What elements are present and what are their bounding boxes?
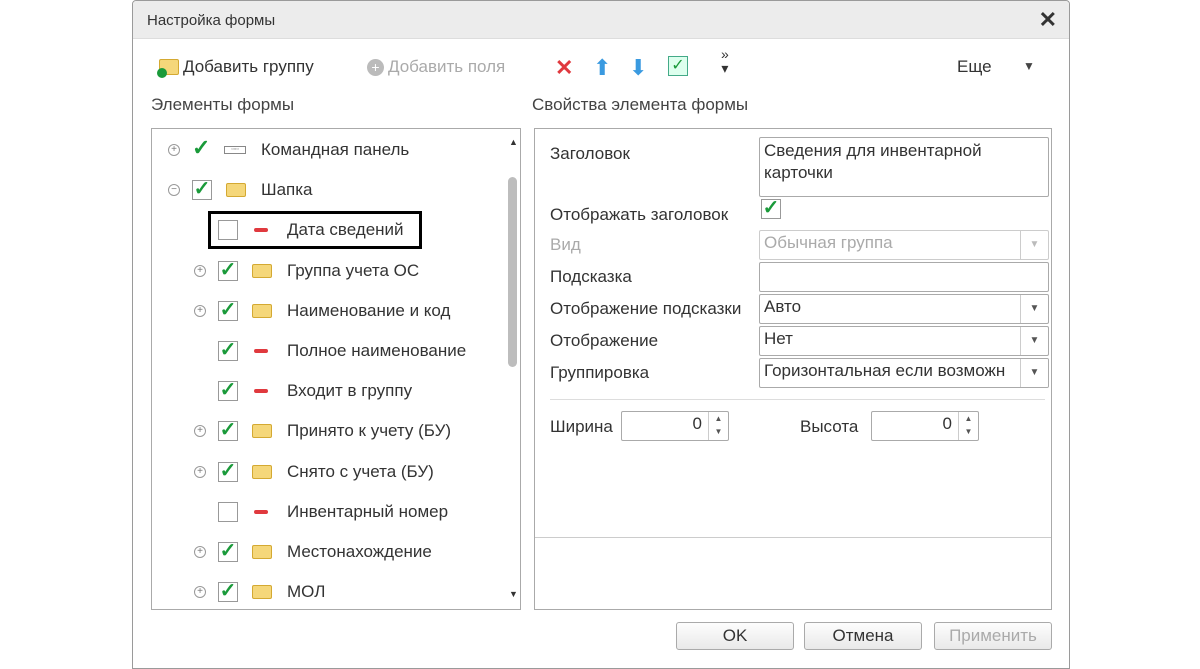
field-icon xyxy=(254,389,268,394)
tree-item-label: Шапка xyxy=(261,180,313,200)
collapse-icon[interactable]: − xyxy=(168,184,180,197)
tree-item-label: Группа учета ОС xyxy=(287,260,420,280)
expand-icon[interactable]: + xyxy=(194,586,206,599)
tree-item[interactable]: + ✓ Снято с учета (БУ) xyxy=(152,457,502,487)
folder-icon xyxy=(252,263,272,278)
tree-item[interactable]: ✓ Полное наименование xyxy=(152,336,502,366)
check-all-icon[interactable]: ✓ xyxy=(668,56,688,76)
height-stepper[interactable]: ▲ ▼ xyxy=(958,412,978,440)
apply-button[interactable]: Применить xyxy=(934,622,1052,650)
tree-item-label: МОЛ xyxy=(287,582,326,602)
selection-frame xyxy=(208,211,422,250)
chevron-down-icon[interactable]: ▼ xyxy=(1020,359,1048,387)
view-select: Обычная группа ▼ xyxy=(759,230,1049,260)
command-panel-icon: ▫▫▫ xyxy=(224,146,246,154)
visibility-checkbox[interactable]: ✓ xyxy=(218,581,238,603)
tree-item-label: Снято с учета (БУ) xyxy=(287,461,434,481)
visibility-checkbox[interactable]: ✓ xyxy=(192,179,212,201)
tree-item[interactable]: + ✓ Группа учета ОС xyxy=(152,256,502,286)
properties-panel: Заголовок Сведения для инвентарной карто… xyxy=(534,128,1052,610)
expand-icon[interactable]: + xyxy=(194,465,206,478)
folder-icon xyxy=(226,183,246,198)
tree-item-label: Принято к учету (БУ) xyxy=(287,421,452,441)
folder-icon xyxy=(252,303,272,318)
add-group-button[interactable]: Добавить группу xyxy=(157,57,314,78)
tree-item-label: Полное наименование xyxy=(287,341,467,360)
tree-item[interactable]: + ✓ Принято к учету (БУ) xyxy=(152,416,502,446)
visibility-checkbox[interactable]: ✓ xyxy=(218,340,238,361)
tree-item[interactable]: − ✓ Шапка xyxy=(152,175,502,205)
tree-item-label: Командная панель xyxy=(261,140,410,159)
check-icon[interactable]: ✓ xyxy=(192,135,210,161)
title-bar: Настройка формы ✕ xyxy=(133,1,1069,39)
field-icon xyxy=(254,349,268,353)
more-dropdown-icon[interactable]: ▼ xyxy=(1023,59,1035,73)
window-title: Настройка формы xyxy=(147,12,276,29)
folder-add-icon xyxy=(157,59,179,78)
chevron-down-icon[interactable]: ▼ xyxy=(1020,327,1048,355)
tree-item[interactable]: + ✓ МОЛ xyxy=(152,577,502,607)
expand-icon[interactable]: + xyxy=(194,304,206,317)
tree-item[interactable]: Инвентарный номер xyxy=(152,497,502,527)
hint-input[interactable] xyxy=(759,262,1049,292)
divider xyxy=(550,399,1045,400)
visibility-checkbox[interactable]: ✓ xyxy=(218,300,238,321)
visibility-checkbox[interactable] xyxy=(218,501,238,522)
tree-item[interactable]: + ✓ Наименование и код xyxy=(152,296,502,326)
tree-item-label: Входит в группу xyxy=(287,381,413,401)
overflow-icon[interactable]: » ▾ xyxy=(721,47,729,75)
form-elements-tree[interactable]: ▲ ▼ + ✓ ▫▫▫ Командная панель − ✓ Шапка Дата све… xyxy=(151,128,521,610)
tree-item-label: Инвентарный номер xyxy=(287,501,449,521)
expand-icon[interactable]: + xyxy=(194,425,206,438)
expand-icon[interactable]: + xyxy=(194,264,206,277)
move-down-icon[interactable]: ⬇ xyxy=(629,55,647,81)
height-input[interactable]: 0 ▲ ▼ xyxy=(871,411,979,441)
close-icon[interactable]: ✕ xyxy=(1039,7,1057,33)
element-properties-header: Свойства элемента формы xyxy=(532,95,749,114)
add-fields-button[interactable]: + Добавить поля xyxy=(367,57,505,77)
visibility-checkbox[interactable]: ✓ xyxy=(218,461,238,482)
tree-scrollbar[interactable]: ▲ ▼ xyxy=(504,129,522,609)
folder-icon xyxy=(252,424,272,439)
tree-item[interactable]: ✓ Входит в группу xyxy=(152,376,502,406)
expand-icon[interactable]: + xyxy=(194,546,206,558)
tree-item-label: Наименование и код xyxy=(287,300,451,320)
show-title-checkbox[interactable]: ✓ xyxy=(761,198,781,219)
divider xyxy=(535,537,1051,538)
folder-icon xyxy=(252,545,272,559)
tree-item[interactable]: Дата сведений xyxy=(152,211,502,250)
width-stepper[interactable]: ▲ ▼ xyxy=(708,412,728,440)
visibility-checkbox[interactable]: ✓ xyxy=(218,380,238,402)
folder-icon xyxy=(252,585,272,600)
field-icon xyxy=(254,509,268,514)
move-up-icon[interactable]: ⬆ xyxy=(593,55,611,81)
scroll-thumb[interactable] xyxy=(508,177,517,367)
visibility-checkbox[interactable]: ✓ xyxy=(218,260,238,281)
visibility-checkbox[interactable]: ✓ xyxy=(218,541,238,562)
display-select[interactable]: Нет ▼ xyxy=(759,326,1049,356)
folder-icon xyxy=(252,464,272,479)
more-button[interactable]: Еще xyxy=(957,57,992,77)
tree-item[interactable]: + ✓ Местонахождение xyxy=(152,537,502,567)
chevron-down-icon[interactable]: ▼ xyxy=(1020,295,1048,323)
expand-icon[interactable]: + xyxy=(168,144,180,156)
visibility-checkbox[interactable]: ✓ xyxy=(218,420,238,442)
form-elements-header: Элементы формы xyxy=(151,95,295,114)
cancel-button[interactable]: Отмена xyxy=(804,622,922,650)
tree-item-label: Местонахождение xyxy=(287,542,432,561)
grouping-select[interactable]: Горизонтальная если возможн ▼ xyxy=(759,358,1049,388)
plus-circle-icon: + xyxy=(367,58,384,76)
hint-display-select[interactable]: Авто ▼ xyxy=(759,294,1049,324)
delete-icon[interactable]: ✕ xyxy=(555,55,573,81)
tree-item[interactable]: + ✓ ▫▫▫ Командная панель xyxy=(152,135,502,165)
title-input[interactable]: Сведения для инвентарной карточки xyxy=(759,137,1049,197)
width-input[interactable]: 0 ▲ ▼ xyxy=(621,411,729,441)
ok-button[interactable]: OK xyxy=(676,622,794,650)
form-settings-dialog: Настройка формы ✕ Добавить группу + Доба… xyxy=(132,0,1070,669)
